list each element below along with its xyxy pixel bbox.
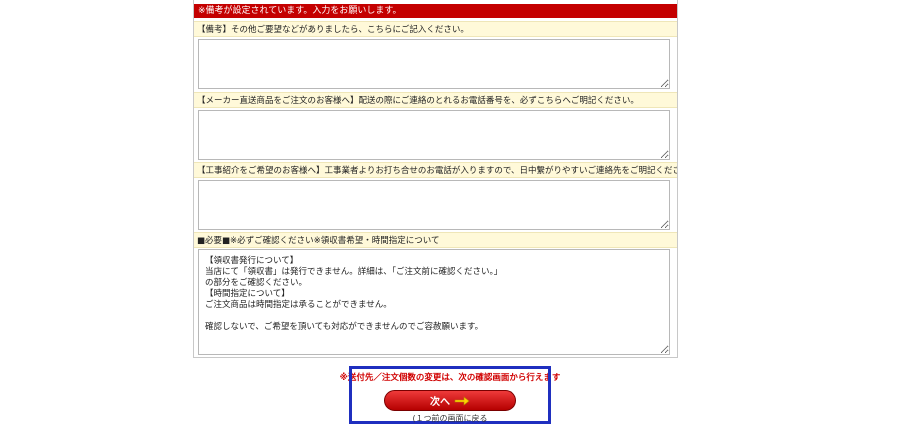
next-button-label: 次へ: [430, 397, 450, 408]
back-link[interactable]: (１つ前の画面に戻る: [0, 414, 900, 424]
remarks-label: 【備考】その他ご要望などがありましたら、こちらにご記入ください。: [194, 21, 677, 37]
next-button[interactable]: 次へ: [384, 390, 516, 411]
remarks-required-alert: ※備考が設定されています。入力をお願いします。: [194, 4, 677, 18]
right-arrow-icon: [454, 395, 470, 406]
notice-label: ■必要■※必ずご確認ください※領収書希望・時間指定について: [194, 232, 677, 248]
remarks-textarea[interactable]: [198, 39, 670, 89]
direct-ship-phone-textarea[interactable]: [198, 110, 670, 160]
installation-contact-label: 【工事紹介をご希望のお客様へ】工事業者よりお打ち合せのお電話が入りますので、日中…: [194, 162, 677, 178]
installation-contact-textarea[interactable]: [198, 180, 670, 230]
notice-textarea[interactable]: 【領収書発行について】 当店にて「領収書」は発行できません。詳細は、「ご注文前に…: [198, 249, 670, 355]
order-remarks-panel: ※備考が設定されています。入力をお願いします。 【備考】その他ご要望などがありま…: [193, 0, 678, 358]
direct-ship-phone-label: 【メーカー直送商品をご注文のお客様へ】配送の際にご連絡のとれるお電話番号を、必ず…: [194, 92, 677, 108]
